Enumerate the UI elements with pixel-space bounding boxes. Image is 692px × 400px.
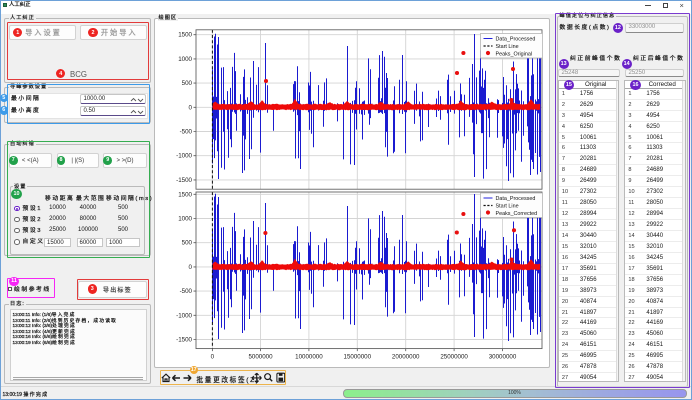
svg-text:0: 0 [189, 104, 193, 111]
svg-text:Start Line: Start Line [496, 44, 519, 50]
svg-text:30000000: 30000000 [489, 353, 517, 360]
svg-text:-1500: -1500 [176, 337, 192, 344]
svg-text:-1000: -1000 [176, 153, 192, 160]
svg-text:1000: 1000 [178, 216, 192, 223]
svg-text:500: 500 [182, 240, 193, 247]
svg-text:1000: 1000 [178, 56, 192, 63]
svg-text:0: 0 [189, 264, 193, 271]
svg-text:-1500: -1500 [176, 177, 192, 184]
svg-text:-1000: -1000 [176, 312, 192, 319]
svg-text:-500: -500 [180, 129, 193, 136]
svg-text:-500: -500 [180, 288, 193, 295]
svg-text:5000000: 5000000 [248, 353, 273, 360]
svg-text:Peaks_Original: Peaks_Original [496, 51, 533, 57]
svg-text:10000000: 10000000 [295, 353, 323, 360]
svg-text:1500: 1500 [178, 191, 192, 198]
svg-text:25000000: 25000000 [440, 353, 468, 360]
svg-text:Peaks_Corrected: Peaks_Corrected [496, 211, 538, 217]
svg-text:15000000: 15000000 [344, 353, 372, 360]
svg-text:20000000: 20000000 [392, 353, 420, 360]
svg-text:Data_Processed: Data_Processed [496, 196, 536, 202]
svg-text:Start Line: Start Line [496, 204, 519, 210]
svg-text:500: 500 [182, 80, 193, 87]
svg-text:Data_Processed: Data_Processed [496, 37, 536, 43]
svg-text:1500: 1500 [178, 32, 192, 39]
svg-text:0: 0 [211, 353, 215, 360]
